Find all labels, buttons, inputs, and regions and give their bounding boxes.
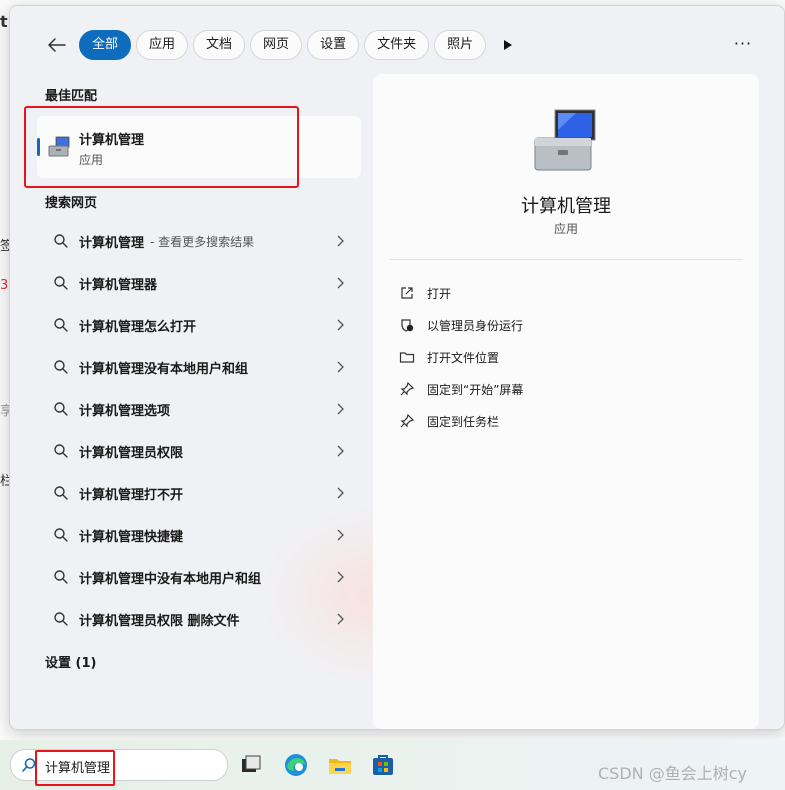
file-explorer-icon[interactable]: [327, 752, 353, 778]
chevron-right-icon: [337, 361, 344, 373]
more-options-button[interactable]: ···: [728, 30, 758, 60]
settings-section-label[interactable]: 设置 (1): [45, 652, 96, 671]
filter-chip-documents[interactable]: 文档: [193, 30, 246, 60]
filter-chip-settings[interactable]: 设置: [307, 30, 360, 60]
action-label: 以管理员身份运行: [427, 318, 524, 333]
annotation-highlight-box: [35, 750, 115, 786]
web-result-item[interactable]: 计算机管理没有本地用户和组: [37, 346, 361, 388]
action-pin-to-taskbar[interactable]: 固定到任务栏: [399, 405, 523, 437]
search-icon: [54, 276, 68, 290]
best-match-label: 最佳匹配: [45, 89, 98, 104]
preview-panel: 计算机管理 应用 打开 以管理员身份运行 打开文件位置 固定到“开始”屏幕 固定…: [373, 74, 759, 729]
web-result-text: 计算机管理器: [79, 277, 158, 293]
bg-text-fragment: 3: [0, 278, 9, 293]
web-result-item[interactable]: 计算机管理中没有本地用户和组: [37, 556, 361, 598]
web-result-text: 计算机管理打不开: [79, 487, 184, 503]
chevron-right-icon: [337, 487, 344, 499]
filter-chip-apps[interactable]: 应用: [136, 30, 189, 60]
pin-icon: [400, 413, 415, 428]
filter-chip-all[interactable]: 全部: [79, 30, 132, 60]
action-label: 打开文件位置: [427, 350, 500, 365]
action-run-as-admin[interactable]: 以管理员身份运行: [399, 309, 523, 341]
filter-chip-photos[interactable]: 照片: [434, 30, 487, 60]
web-result-item[interactable]: 计算机管理快捷键: [37, 514, 361, 556]
open-external-icon: [401, 287, 413, 299]
web-result-item[interactable]: 计算机管理 - 查看更多搜索结果: [37, 220, 361, 262]
search-icon: [54, 444, 68, 458]
action-label: 打开: [427, 286, 452, 301]
more-filters-button[interactable]: [496, 32, 520, 58]
action-label: 固定到“开始”屏幕: [427, 382, 524, 397]
web-result-text: 计算机管理员权限: [79, 445, 184, 461]
microsoft-store-icon[interactable]: [370, 752, 396, 778]
web-result-item[interactable]: 计算机管理打不开: [37, 472, 361, 514]
shield-icon: [401, 319, 414, 332]
edge-browser-icon[interactable]: [283, 752, 309, 778]
web-result-item[interactable]: 计算机管理员权限 删除文件: [37, 598, 361, 640]
taskbar: 计算机管理 CSDN @鱼会上树cy: [0, 740, 785, 790]
action-label: 固定到任务栏: [427, 414, 500, 429]
search-icon: [54, 570, 68, 584]
web-result-text: 计算机管理: [79, 235, 145, 251]
annotation-highlight-box: [24, 106, 299, 188]
search-icon: [54, 318, 68, 332]
play-icon: [504, 40, 512, 50]
action-open[interactable]: 打开: [399, 277, 523, 309]
web-result-text: 计算机管理员权限 删除文件: [79, 613, 240, 629]
web-result-item[interactable]: 计算机管理器: [37, 262, 361, 304]
web-result-text: 计算机管理快捷键: [79, 529, 184, 545]
search-icon: [54, 402, 68, 416]
search-icon: [54, 234, 68, 248]
action-open-file-location[interactable]: 打开文件位置: [399, 341, 523, 373]
chevron-right-icon: [337, 529, 344, 541]
folder-icon: [399, 352, 415, 363]
arrow-left-icon: [48, 38, 66, 52]
bg-text-fragment: t: [0, 12, 8, 31]
search-icon: [54, 612, 68, 626]
action-pin-to-start[interactable]: 固定到“开始”屏幕: [399, 373, 523, 405]
web-result-text: 计算机管理怎么打开: [79, 319, 197, 335]
web-search-results: 计算机管理 - 查看更多搜索结果 计算机管理器 计算机管理怎么打开 计算机管理没…: [37, 220, 361, 640]
filter-bar: 全部 应用 文档 网页 设置 文件夹 照片 ···: [10, 30, 784, 60]
web-search-label: 搜索网页: [45, 196, 98, 211]
web-result-subtext: - 查看更多搜索结果: [150, 234, 255, 249]
preview-actions: 打开 以管理员身份运行 打开文件位置 固定到“开始”屏幕 固定到任务栏: [399, 277, 523, 437]
search-icon: [54, 360, 68, 374]
filter-chip-web[interactable]: 网页: [250, 30, 303, 60]
chevron-right-icon: [337, 277, 344, 289]
chevron-right-icon: [337, 571, 344, 583]
watermark-text: CSDN @鱼会上树cy: [598, 764, 747, 783]
chevron-right-icon: [337, 403, 344, 415]
search-icon: [54, 486, 68, 500]
web-result-item[interactable]: 计算机管理选项: [37, 388, 361, 430]
back-button[interactable]: [42, 30, 72, 60]
filter-chips: 全部 应用 文档 网页 设置 文件夹 照片: [79, 30, 487, 60]
divider: [389, 259, 743, 260]
ellipsis-icon: ···: [733, 34, 753, 53]
pin-icon: [400, 381, 415, 396]
web-result-item[interactable]: 计算机管理怎么打开: [37, 304, 361, 346]
web-result-text: 计算机管理中没有本地用户和组: [79, 571, 262, 587]
web-result-item[interactable]: 计算机管理员权限: [37, 430, 361, 472]
web-result-text: 计算机管理选项: [79, 403, 171, 419]
computer-management-icon: [534, 109, 596, 171]
chevron-right-icon: [337, 319, 344, 331]
start-search-flyout: 全部 应用 文档 网页 设置 文件夹 照片 ··· 最佳匹配 计算机管理 应用 …: [9, 5, 785, 730]
chevron-right-icon: [337, 235, 344, 247]
web-result-text: 计算机管理没有本地用户和组: [79, 361, 249, 377]
chevron-right-icon: [337, 445, 344, 457]
preview-app-name: 计算机管理: [521, 196, 611, 217]
search-icon: [54, 528, 68, 542]
task-view-icon[interactable]: [238, 752, 264, 778]
filter-chip-folders[interactable]: 文件夹: [364, 30, 430, 60]
chevron-right-icon: [337, 613, 344, 625]
preview-app-type: 应用: [553, 222, 578, 236]
